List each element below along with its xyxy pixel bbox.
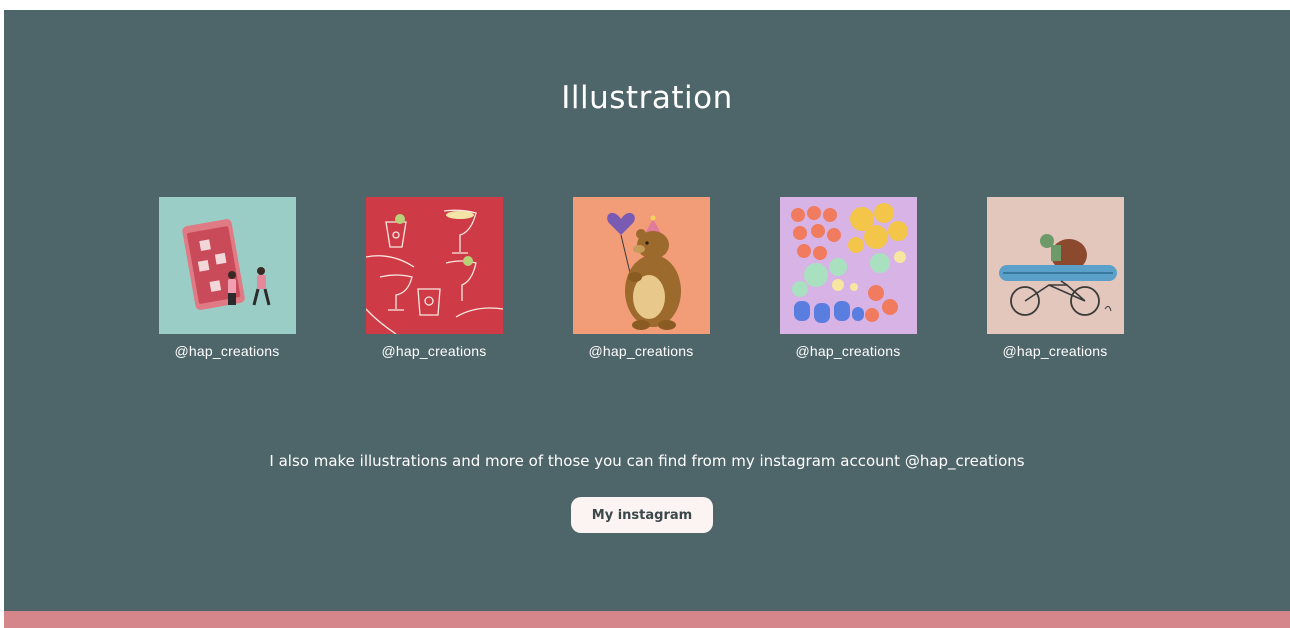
footer-band [4,611,1290,628]
gallery-card[interactable]: @hap_creations [780,197,917,359]
section-description: I also make illustrations and more of th… [269,452,1025,470]
illustration-thumbnail[interactable] [987,197,1124,334]
section-title: Illustration [561,80,733,116]
gallery-card[interactable]: @hap_creations [987,197,1124,359]
gallery-caption: @hap_creations [174,343,280,359]
gallery-card[interactable]: @hap_creations [366,197,503,359]
gallery-caption: @hap_creations [381,343,487,359]
illustration-thumbnail[interactable] [573,197,710,334]
illustration-section: Illustration @hap_creations @hap_creatio… [4,10,1290,611]
gallery-caption: @hap_creations [795,343,901,359]
gallery-card[interactable]: @hap_creations [573,197,710,359]
illustration-gallery: @hap_creations @hap_creations @hap_creat… [4,197,1290,377]
gallery-card[interactable]: @hap_creations [159,197,296,359]
illustration-thumbnail[interactable] [366,197,503,334]
gallery-caption: @hap_creations [588,343,694,359]
illustration-thumbnail[interactable] [780,197,917,334]
my-instagram-button[interactable]: My instagram [571,497,713,533]
gallery-caption: @hap_creations [1002,343,1108,359]
page-frame: Illustration @hap_creations @hap_creatio… [4,10,1290,628]
illustration-thumbnail[interactable] [159,197,296,334]
